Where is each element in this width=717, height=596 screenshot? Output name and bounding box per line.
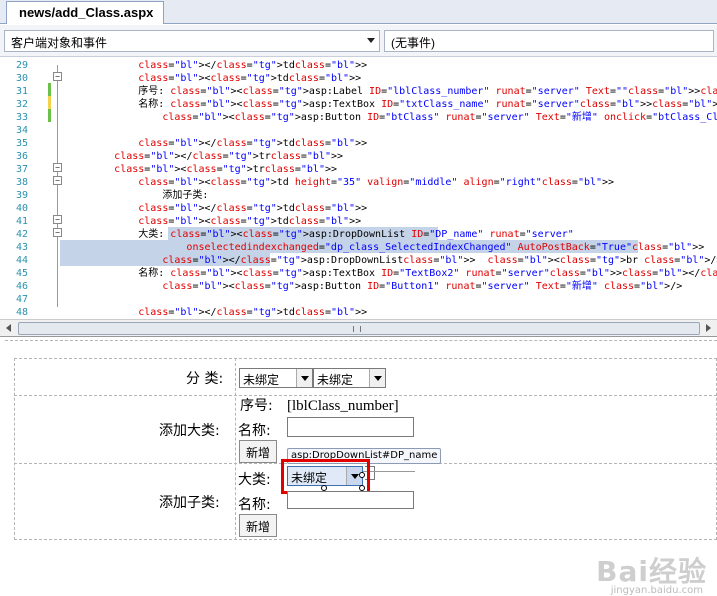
code-line[interactable]: class="bl"><class="tg">tdclass="bl">> — [66, 72, 361, 85]
code-line[interactable]: onselectedindexchanged="dp_class_Selecte… — [66, 241, 704, 254]
grip-icon — [353, 326, 361, 332]
change-indicator — [48, 96, 51, 109]
line-number: 33 — [15, 112, 28, 123]
scroll-right-icon[interactable] — [706, 324, 711, 332]
line-number: 37 — [15, 164, 28, 175]
watermark-brand: Bai经验 — [596, 555, 707, 588]
change-indicator — [48, 109, 51, 122]
add-sub-button[interactable]: 新增 — [239, 514, 278, 537]
line-number: 47 — [15, 294, 28, 305]
client-objects-combo[interactable]: 客户端对象和事件 — [4, 30, 380, 52]
code-line[interactable]: 添加子类: — [66, 189, 208, 202]
navigation-bar: 客户端对象和事件 (无事件) — [0, 25, 717, 57]
major-category-label: 大类: — [238, 472, 271, 488]
document-tab[interactable]: news/add_Class.aspx — [6, 1, 165, 24]
code-line[interactable]: class="bl"></class="tg">tdclass="bl">> — [66, 59, 367, 72]
row-divider — [14, 395, 717, 396]
chevron-down-icon — [296, 369, 312, 387]
code-line[interactable]: class="bl"></class="tg">asp:DropDownList… — [66, 254, 717, 267]
line-number: 40 — [15, 203, 28, 214]
code-line[interactable]: class="bl"><class="tg">asp:Button ID="bt… — [66, 111, 717, 124]
code-line[interactable]: 名称: class="bl"><class="tg">asp:TextBox I… — [66, 267, 717, 280]
line-number: 42 — [15, 229, 28, 240]
code-line[interactable]: class="bl"><class="tg">tdclass="bl">> — [66, 215, 361, 228]
add-major-button[interactable]: 新增 — [239, 440, 278, 463]
change-indicator — [48, 83, 51, 96]
code-line[interactable]: class="bl"><class="tg">asp:Button ID="Bu… — [66, 280, 682, 293]
line-number: 38 — [15, 177, 28, 188]
category-dropdown-1[interactable]: 未绑定 — [239, 368, 313, 388]
category-label: 分 类: — [186, 371, 224, 387]
horizontal-scrollbar[interactable] — [0, 319, 717, 337]
add-subcategory-label: 添加子类: — [159, 495, 220, 511]
fold-minus-icon[interactable]: − — [53, 163, 62, 172]
code-line[interactable]: class="bl"></class="tg">tdclass="bl">> — [66, 306, 367, 319]
line-number: 34 — [15, 125, 28, 136]
line-number: 45 — [15, 268, 28, 279]
line-number: 44 — [15, 255, 28, 266]
fold-minus-icon[interactable]: − — [53, 176, 62, 185]
code-line[interactable]: class="bl"><class="tg">td height="35" va… — [66, 176, 614, 189]
sequence-label: 序号: — [240, 398, 273, 414]
textbox-edge — [363, 471, 415, 472]
category-dropdown-1-value: 未绑定 — [243, 373, 280, 387]
fold-guide-line — [57, 65, 58, 307]
code-line[interactable]: class="bl"></class="tg">tdclass="bl">> — [66, 137, 367, 150]
subcategory-name-input[interactable] — [287, 491, 414, 509]
code-line[interactable]: 序号: class="bl"><class="tg">asp:Label ID=… — [66, 85, 717, 98]
fold-minus-icon[interactable]: − — [53, 228, 62, 237]
line-number: 36 — [15, 151, 28, 162]
line-number: 48 — [15, 307, 28, 318]
name-label: 名称: — [238, 423, 271, 439]
code-line[interactable]: 大类: class="bl"><class="tg">asp:DropDownL… — [66, 228, 574, 241]
column-divider — [235, 358, 236, 540]
sequence-value: [lblClass_number] — [287, 398, 399, 414]
line-number: 31 — [15, 86, 28, 97]
client-objects-combo-value: 客户端对象和事件 — [11, 36, 108, 50]
design-surface[interactable]: 分 类: 未绑定 未绑定 序号: [lblClass_number] 添加大类:… — [0, 338, 717, 596]
code-line[interactable]: class="bl"></class="tg">trclass="bl">> — [66, 150, 343, 163]
code-line[interactable]: 名称: class="bl"><class="tg">asp:TextBox I… — [66, 98, 717, 111]
line-number: 29 — [15, 60, 28, 71]
sub-name-label: 名称: — [238, 497, 271, 513]
add-major-category-label: 添加大类: — [159, 423, 220, 439]
design-divider — [5, 340, 717, 343]
class-name-input[interactable] — [287, 417, 414, 437]
fold-minus-icon[interactable]: − — [53, 72, 62, 81]
category-dropdown-2-value: 未绑定 — [317, 373, 354, 387]
code-editor[interactable]: 29 class="bl"></class="tg">tdclass="bl">… — [0, 57, 717, 319]
line-number: 46 — [15, 281, 28, 292]
fold-minus-icon[interactable]: − — [53, 215, 62, 224]
event-combo-value: (无事件) — [391, 36, 435, 50]
line-number: 30 — [15, 73, 28, 84]
line-number: 39 — [15, 190, 28, 201]
line-number: 35 — [15, 138, 28, 149]
scroll-left-icon[interactable] — [6, 324, 11, 332]
category-dropdown-2[interactable]: 未绑定 — [313, 368, 386, 388]
chevron-down-icon — [367, 38, 375, 43]
watermark-url: jingyan.baidu.com — [610, 585, 703, 596]
code-line[interactable]: class="bl"></class="tg">tdclass="bl">> — [66, 202, 367, 215]
line-number: 43 — [15, 242, 28, 253]
document-tab-strip: news/add_Class.aspx — [0, 0, 717, 24]
event-combo[interactable]: (无事件) — [384, 30, 714, 52]
line-number: 41 — [15, 216, 28, 227]
line-number: 32 — [15, 99, 28, 110]
code-line[interactable]: class="bl"><class="tg">trclass="bl">> — [66, 163, 337, 176]
chevron-down-icon — [369, 369, 385, 387]
highlight-box — [281, 459, 370, 494]
scrollbar-thumb[interactable] — [18, 322, 700, 335]
